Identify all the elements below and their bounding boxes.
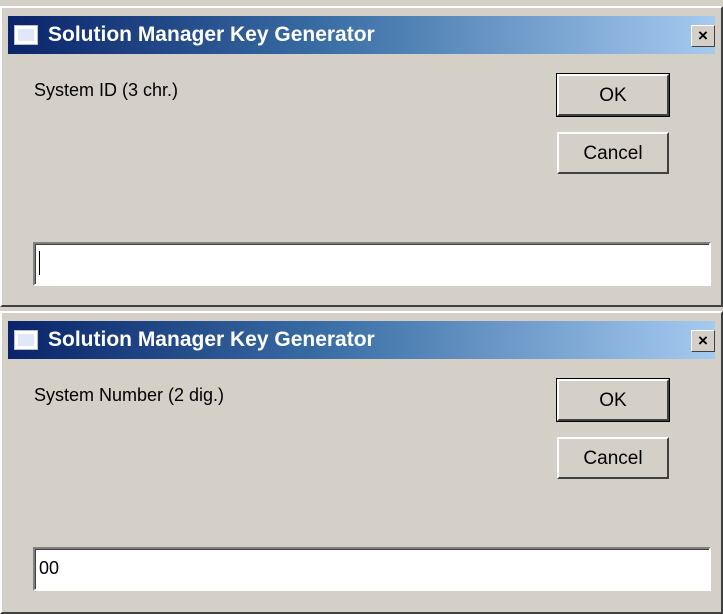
system-number-prompt: System Number (2 dig.) bbox=[34, 385, 225, 405]
app-window-icon bbox=[14, 25, 38, 45]
system-number-input[interactable]: 00 bbox=[33, 547, 711, 591]
system-id-prompt: System ID (3 chr.) bbox=[34, 80, 179, 100]
window-title: Solution Manager Key Generator bbox=[48, 328, 375, 351]
window-title: Solution Manager Key Generator bbox=[48, 23, 375, 46]
ok-button[interactable]: OK bbox=[556, 73, 670, 117]
close-icon[interactable]: × bbox=[691, 25, 715, 47]
close-icon[interactable]: × bbox=[691, 330, 715, 352]
key-generator-dialog-system-id: Solution Manager Key Generator × System … bbox=[0, 6, 723, 307]
title-bar[interactable]: Solution Manager Key Generator × bbox=[8, 16, 715, 54]
key-generator-dialog-system-number: Solution Manager Key Generator × System … bbox=[0, 311, 723, 614]
system-id-input[interactable] bbox=[33, 242, 711, 286]
title-bar[interactable]: Solution Manager Key Generator × bbox=[8, 321, 715, 359]
ok-button[interactable]: OK bbox=[556, 378, 670, 422]
system-number-value: 00 bbox=[39, 558, 60, 578]
app-window-icon bbox=[14, 330, 38, 350]
text-caret bbox=[39, 250, 40, 275]
cancel-button[interactable]: Cancel bbox=[557, 437, 669, 479]
cancel-button[interactable]: Cancel bbox=[557, 132, 669, 174]
